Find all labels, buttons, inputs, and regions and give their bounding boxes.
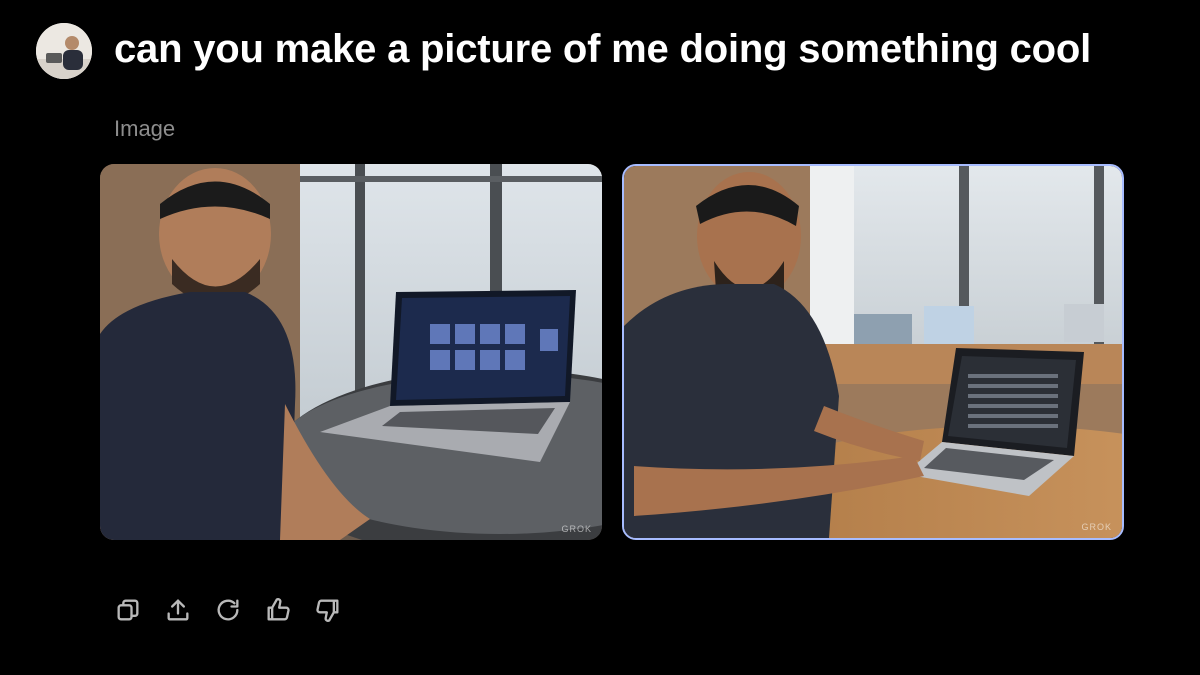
share-icon <box>167 599 189 621</box>
image-2-content <box>624 166 1122 538</box>
regenerate-button[interactable] <box>212 594 244 626</box>
generated-image-2[interactable]: GROK <box>622 164 1124 540</box>
thumbs-up-icon <box>267 598 290 621</box>
image-2-watermark: GROK <box>1081 522 1112 532</box>
image-1-watermark: GROK <box>561 524 592 534</box>
response-action-bar <box>112 594 344 626</box>
thumbs-down-icon <box>316 599 339 622</box>
copy-icon <box>117 599 139 621</box>
user-prompt: can you make a picture of me doing somet… <box>114 27 1092 71</box>
image-1-content <box>100 164 602 540</box>
response-type-label: Image <box>114 116 176 141</box>
thumbs-up-button[interactable] <box>262 594 294 626</box>
generated-image-1[interactable]: GROK <box>100 164 602 540</box>
share-button[interactable] <box>162 594 194 626</box>
thumbs-down-button[interactable] <box>312 594 344 626</box>
regenerate-icon <box>217 599 239 621</box>
user-avatar[interactable] <box>36 23 92 79</box>
avatar-photo <box>36 23 92 79</box>
copy-button[interactable] <box>112 594 144 626</box>
